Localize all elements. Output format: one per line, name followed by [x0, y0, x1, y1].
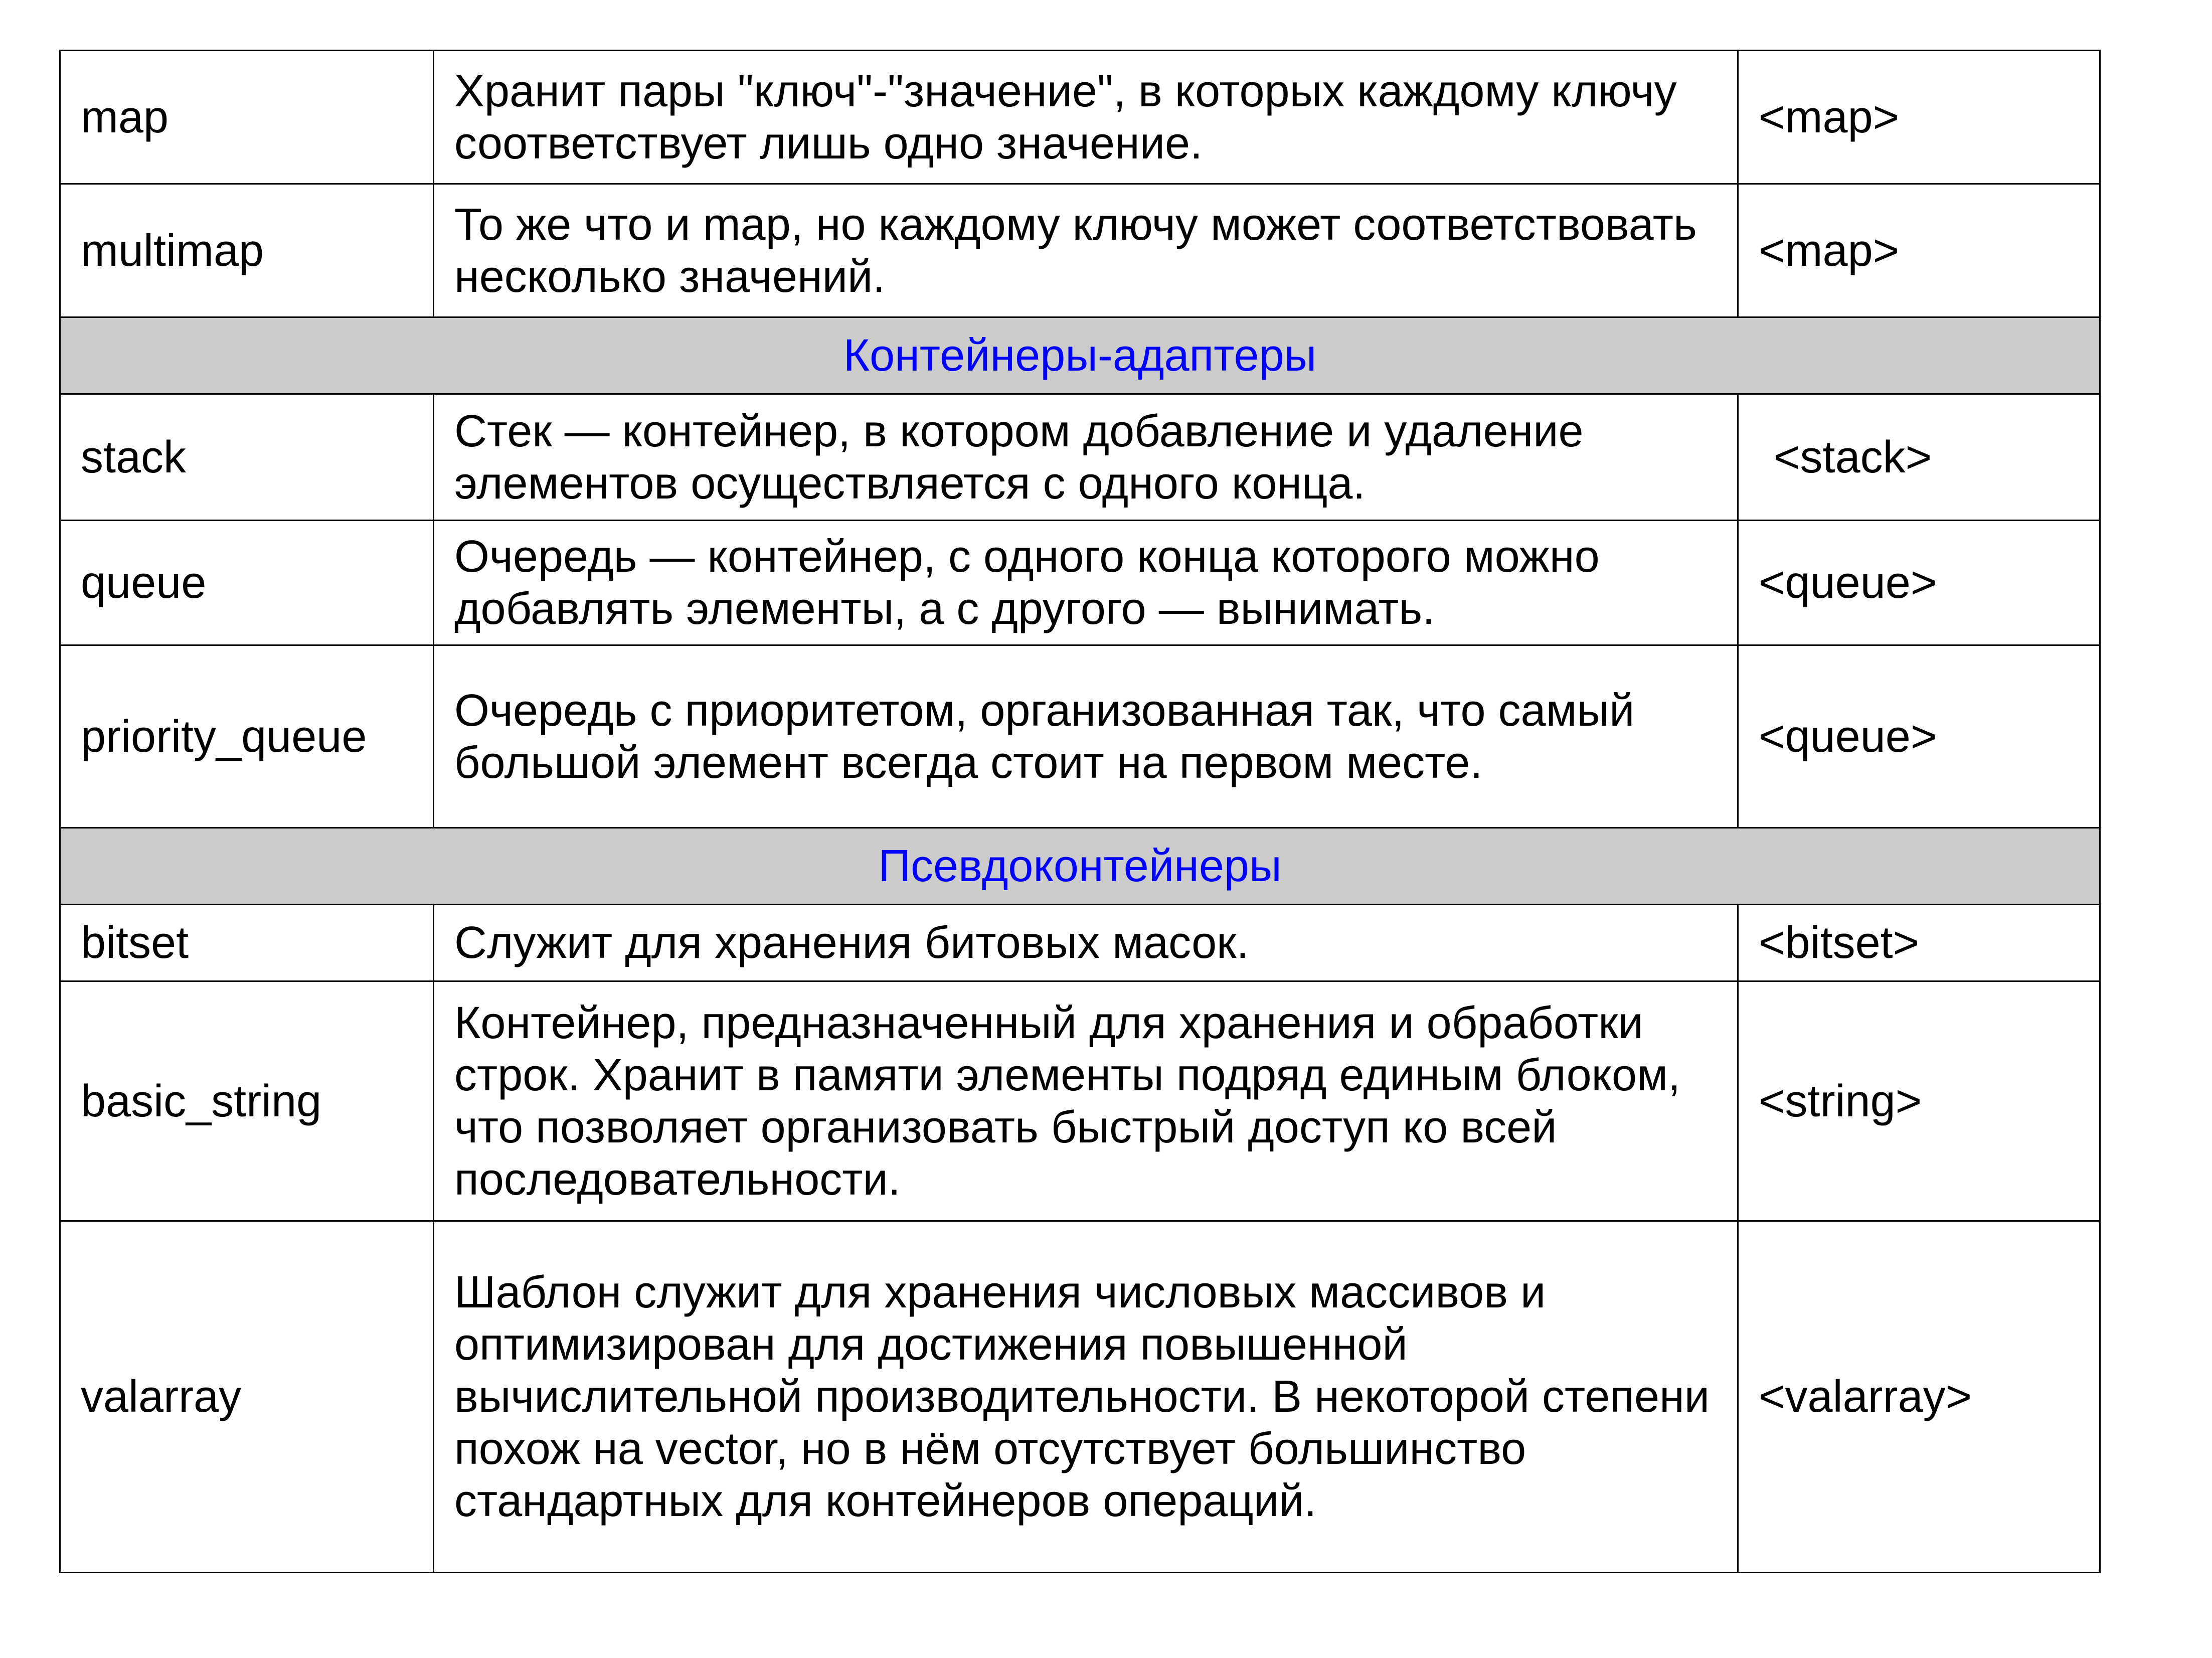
section-title: Псевдоконтейнеры: [59, 827, 2101, 905]
container-description: Очередь — контейнер, с одного конца кото…: [433, 520, 1739, 646]
header-file: <stack>: [1737, 393, 2101, 521]
container-description: Очередь с приоритетом, организованная та…: [433, 644, 1739, 828]
container-name: priority_queue: [59, 644, 434, 828]
table-row: bitset Служит для хранения битовых масок…: [59, 904, 2101, 982]
container-description: Хранит пары "ключ"-"значение", в которых…: [433, 50, 1739, 185]
container-name: map: [59, 50, 434, 185]
header-file: <string>: [1737, 980, 2101, 1222]
table-row: map Хранит пары "ключ"-"значение", в кот…: [59, 50, 2101, 185]
table-row: multimap То же что и map, но каждому клю…: [59, 183, 2101, 318]
table-row: stack Стек — контейнер, в котором добавл…: [59, 393, 2101, 521]
section-row: Псевдоконтейнеры: [59, 827, 2101, 905]
container-name: bitset: [59, 904, 434, 982]
container-name: stack: [59, 393, 434, 521]
header-file: <map>: [1737, 50, 2101, 185]
header-file: <queue>: [1737, 644, 2101, 828]
section-row: Контейнеры-адаптеры: [59, 316, 2101, 395]
table-row: priority_queue Очередь с приоритетом, ор…: [59, 644, 2101, 828]
header-file: <map>: [1737, 183, 2101, 318]
table-row: queue Очередь — контейнер, с одного конц…: [59, 520, 2101, 646]
container-description: Контейнер, предназначенный для хранения …: [433, 980, 1739, 1222]
header-file: <bitset>: [1737, 904, 2101, 982]
container-description: То же что и map, но каждому ключу может …: [433, 183, 1739, 318]
section-title: Контейнеры-адаптеры: [59, 316, 2101, 395]
container-description: Служит для хранения битовых масок.: [433, 904, 1739, 982]
header-file: <valarray>: [1737, 1220, 2101, 1573]
header-file: <queue>: [1737, 520, 2101, 646]
table-row: valarray Шаблон служит для хранения числ…: [59, 1220, 2101, 1573]
containers-table: map Хранит пары "ключ"-"значение", в кот…: [59, 50, 2101, 1573]
container-description: Стек — контейнер, в котором добавление и…: [433, 393, 1739, 521]
container-name: multimap: [59, 183, 434, 318]
container-name: valarray: [59, 1220, 434, 1573]
table-row: basic_string Контейнер, предназначенный …: [59, 980, 2101, 1222]
container-name: basic_string: [59, 980, 434, 1222]
container-description: Шаблон служит для хранения числовых масс…: [433, 1220, 1739, 1573]
container-name: queue: [59, 520, 434, 646]
